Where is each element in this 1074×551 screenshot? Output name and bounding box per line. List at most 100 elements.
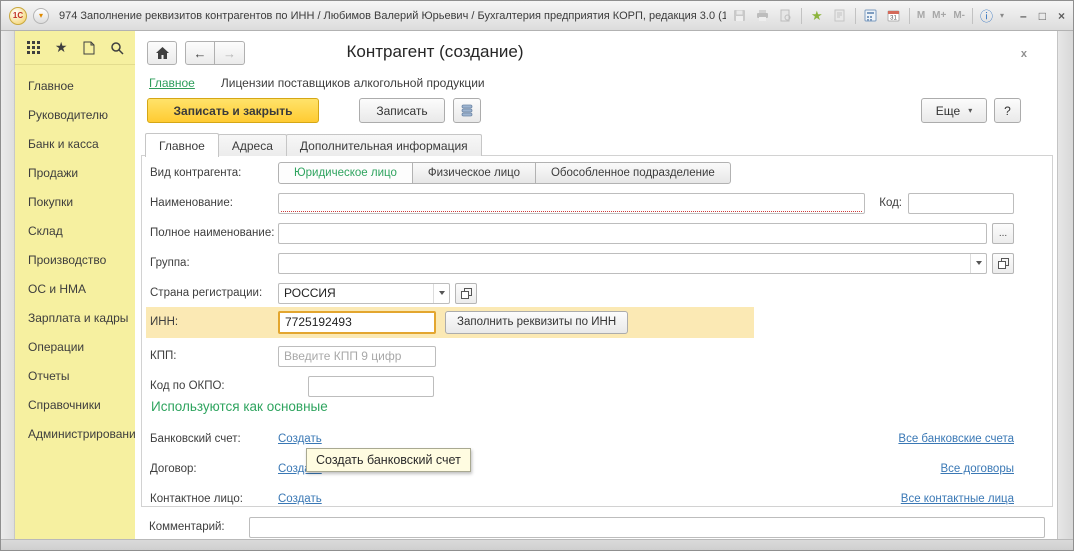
- help-button[interactable]: ?: [994, 98, 1021, 123]
- tab[interactable]: Главное: [145, 133, 219, 157]
- group-label: Группа:: [150, 257, 278, 269]
- inn-input[interactable]: [278, 311, 436, 334]
- kind-option-button[interactable]: Физическое лицо: [412, 162, 536, 184]
- print-icon[interactable]: [755, 8, 771, 24]
- home-button[interactable]: [147, 41, 177, 65]
- sidebar-item[interactable]: Главное: [15, 71, 135, 100]
- comment-label: Комментарий:: [149, 521, 249, 533]
- command-bar: Записать и закрыть Записать Еще ▾ ?: [135, 98, 1057, 124]
- okpo-input[interactable]: [308, 376, 434, 397]
- group-choose-button[interactable]: [992, 253, 1014, 274]
- svg-text:31: 31: [890, 16, 897, 22]
- print-preview-icon[interactable]: [778, 8, 794, 24]
- full-name-input[interactable]: [278, 223, 987, 244]
- titlebar-separator: [801, 8, 802, 24]
- history-icon[interactable]: [82, 40, 97, 55]
- name-row: Наименование: Код:: [150, 192, 1014, 214]
- show-in-list-button[interactable]: [453, 98, 481, 123]
- create-bank-account-link[interactable]: Создать: [278, 433, 322, 445]
- country-combo: [278, 283, 450, 304]
- sidebar-item[interactable]: Отчеты: [15, 361, 135, 390]
- sidebar-item[interactable]: Справочники: [15, 390, 135, 419]
- sidebar-item[interactable]: Руководителю: [15, 100, 135, 129]
- sidebar-item[interactable]: Операции: [15, 332, 135, 361]
- forward-button[interactable]: →: [215, 41, 245, 65]
- maximize-button[interactable]: □: [1039, 10, 1046, 22]
- sidebar-items: ГлавноеРуководителюБанк и кассаПродажиПо…: [15, 65, 135, 448]
- country-dropdown-icon[interactable]: [433, 284, 449, 303]
- code-input[interactable]: [908, 193, 1014, 214]
- kind-label: Вид контрагента:: [150, 167, 278, 179]
- form-panel: Вид контрагента: Юридическое лицоФизичес…: [141, 155, 1053, 507]
- window-frame-bottom: [1, 539, 1073, 550]
- titlebar-toolbar: ★ 31 M M+ M- ⓘ ▾: [732, 6, 1004, 25]
- main-menu-button[interactable]: ▾: [33, 8, 49, 24]
- sidebar-item[interactable]: Продажи: [15, 158, 135, 187]
- contract-row: Договор: Создать Все договоры: [150, 458, 1014, 480]
- full-name-more-button[interactable]: ...: [992, 223, 1014, 244]
- sidebar-item[interactable]: Производство: [15, 245, 135, 274]
- name-input[interactable]: [278, 193, 865, 214]
- titlebar-separator: [972, 8, 973, 24]
- fill-by-inn-button[interactable]: Заполнить реквизиты по ИНН: [445, 311, 628, 334]
- tab[interactable]: Адреса: [218, 134, 287, 156]
- save-icon[interactable]: [732, 8, 748, 24]
- country-row: Страна регистрации:: [150, 282, 1014, 304]
- kind-option-button[interactable]: Юридическое лицо: [278, 162, 413, 184]
- sidebar-item[interactable]: Администрирование: [15, 419, 135, 448]
- country-choose-button[interactable]: [455, 283, 477, 304]
- kind-segmented-control: Юридическое лицоФизическое лицоОбособлен…: [278, 162, 731, 184]
- save-button[interactable]: Записать: [359, 98, 445, 123]
- favorites-star-icon[interactable]: ★: [809, 8, 825, 24]
- app-window: 1С ▾ 974 Заполнение реквизитов контраген…: [0, 0, 1074, 551]
- search-icon[interactable]: [109, 40, 124, 55]
- kpp-label: КПП:: [150, 350, 278, 362]
- sidebar-item[interactable]: Покупки: [15, 187, 135, 216]
- window-frame-left: [1, 31, 15, 539]
- calculator-icon[interactable]: [863, 8, 879, 24]
- titlebar-separator: [909, 8, 910, 24]
- sidebar-item[interactable]: Банк и касса: [15, 129, 135, 158]
- country-input[interactable]: [278, 283, 450, 304]
- comment-input[interactable]: [249, 517, 1045, 538]
- info-icon[interactable]: ⓘ: [980, 6, 993, 25]
- full-name-row: Полное наименование: ...: [150, 222, 1014, 244]
- all-contracts-link[interactable]: Все договоры: [941, 463, 1015, 475]
- group-dropdown-icon[interactable]: [970, 254, 986, 273]
- sidebar-item[interactable]: Зарплата и кадры: [15, 303, 135, 332]
- memory-m-minus-button[interactable]: M-: [953, 10, 965, 21]
- all-bank-accounts-link[interactable]: Все банковские счета: [898, 433, 1014, 445]
- breadcrumb-link-main[interactable]: Главное: [149, 76, 195, 90]
- create-contact-link[interactable]: Создать: [278, 493, 322, 505]
- window-controls: – □ ×: [1020, 10, 1065, 22]
- calendar-icon[interactable]: 31: [886, 8, 902, 24]
- go-to-link-icon[interactable]: [832, 8, 848, 24]
- contact-label: Контактное лицо:: [150, 493, 278, 505]
- comment-row: Комментарий:: [149, 516, 1045, 538]
- sidebar-item[interactable]: ОС и НМА: [15, 274, 135, 303]
- close-form-icon[interactable]: x: [1021, 48, 1027, 60]
- more-button[interactable]: Еще ▾: [921, 98, 987, 123]
- sidebar-item[interactable]: Склад: [15, 216, 135, 245]
- tab[interactable]: Дополнительная информация: [286, 134, 482, 156]
- kpp-input[interactable]: [278, 346, 436, 367]
- titlebar-menu-arrow-icon[interactable]: ▾: [1000, 11, 1004, 20]
- minimize-button[interactable]: –: [1020, 10, 1027, 22]
- favorites-icon[interactable]: ★: [54, 40, 69, 55]
- 1c-app-icon: 1С: [9, 7, 27, 25]
- memory-m-plus-button[interactable]: M+: [932, 10, 946, 21]
- window-frame-right: [1057, 31, 1073, 539]
- menu-grid-icon[interactable]: [26, 40, 41, 55]
- sections-sidebar: ★ ГлавноеРуководителюБанк и кассаПродажи…: [15, 31, 135, 539]
- all-contacts-link[interactable]: Все контактные лица: [901, 493, 1014, 505]
- full-name-label: Полное наименование:: [150, 227, 278, 239]
- back-button[interactable]: ←: [185, 41, 215, 65]
- group-input[interactable]: [278, 253, 987, 274]
- okpo-label: Код по ОКПО:: [150, 380, 278, 392]
- bank-account-label: Банковский счет:: [150, 433, 278, 445]
- kind-option-button[interactable]: Обособленное подразделение: [535, 162, 731, 184]
- memory-m-button[interactable]: M: [917, 10, 925, 21]
- chevron-down-icon: ▾: [968, 106, 972, 115]
- close-window-button[interactable]: ×: [1058, 10, 1065, 22]
- save-and-close-button[interactable]: Записать и закрыть: [147, 98, 319, 123]
